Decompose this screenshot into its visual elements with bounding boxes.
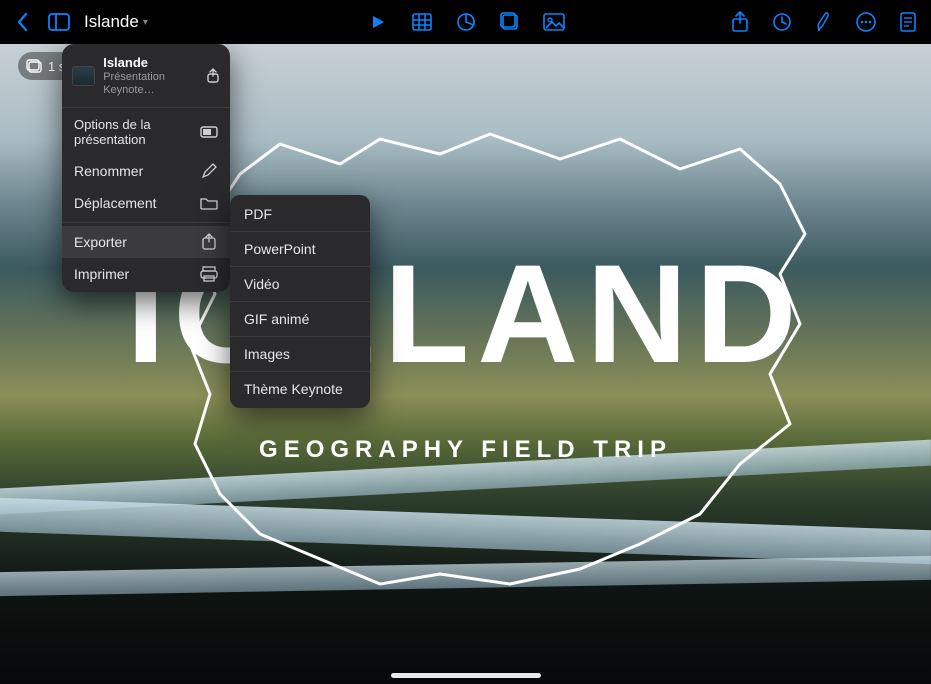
export-option-gif[interactable]: GIF animé — [230, 304, 370, 334]
top-toolbar: Islande ▾ — [0, 0, 931, 44]
menu-item-label: Renommer — [74, 163, 143, 179]
clock-arrow-icon — [772, 12, 792, 32]
menu-item-rename[interactable]: Renommer — [62, 155, 230, 187]
format-button[interactable] — [813, 11, 835, 33]
share-button[interactable] — [729, 11, 751, 33]
ellipsis-circle-icon — [855, 11, 877, 33]
play-icon — [370, 14, 386, 30]
export-option-label: Images — [244, 346, 290, 362]
share-icon — [731, 11, 749, 33]
menu-item-label: Options de la présentation — [74, 118, 200, 148]
doc-thumbnail — [72, 66, 95, 86]
separator — [230, 266, 370, 267]
history-button[interactable] — [771, 11, 793, 33]
export-icon — [200, 233, 218, 251]
export-option-label: Thème Keynote — [244, 381, 343, 397]
menu-item-presentation-options[interactable]: Options de la présentation — [62, 111, 230, 155]
text-box-icon — [500, 12, 520, 32]
export-option-label: PDF — [244, 206, 272, 222]
export-submenu: PDF PowerPoint Vidéo GIF animé Images Th… — [230, 195, 370, 408]
chevron-left-icon — [16, 12, 30, 32]
share-doc-button[interactable] — [206, 68, 220, 84]
chart-button[interactable] — [455, 11, 477, 33]
chevron-down-icon: ▾ — [143, 17, 148, 28]
pencil-icon — [200, 162, 218, 180]
paintbrush-icon — [815, 11, 833, 33]
inspector-button[interactable] — [897, 11, 919, 33]
menu-item-label: Imprimer — [74, 266, 129, 282]
menu-item-move[interactable]: Déplacement — [62, 187, 230, 219]
pie-chart-icon — [456, 12, 476, 32]
back-button[interactable] — [12, 11, 34, 33]
folder-icon — [200, 194, 218, 212]
menu-item-export[interactable]: Exporter — [62, 226, 230, 258]
sidebar-icon — [48, 13, 70, 31]
table-icon — [412, 13, 432, 31]
separator — [230, 336, 370, 337]
document-title-label: Islande — [84, 12, 139, 32]
slides-stack-icon — [26, 59, 42, 73]
document-title-button[interactable]: Islande ▾ — [84, 12, 148, 32]
popover-header: Islande Présentation Keynote… — [62, 50, 230, 104]
separator — [62, 107, 230, 108]
play-button[interactable] — [367, 11, 389, 33]
popover-title: Islande — [103, 56, 198, 71]
export-option-powerpoint[interactable]: PowerPoint — [230, 234, 370, 264]
popover-subtitle: Présentation Keynote… — [103, 71, 198, 96]
document-icon — [899, 11, 917, 33]
media-button[interactable] — [543, 11, 565, 33]
title-menu-popover: Islande Présentation Keynote… Options de… — [62, 44, 230, 292]
table-button[interactable] — [411, 11, 433, 33]
home-indicator — [391, 673, 541, 678]
export-option-video[interactable]: Vidéo — [230, 269, 370, 299]
separator — [62, 222, 230, 223]
printer-icon — [200, 265, 218, 283]
export-option-keynote-theme[interactable]: Thème Keynote — [230, 374, 370, 404]
screen-icon — [200, 124, 218, 142]
export-option-pdf[interactable]: PDF — [230, 199, 370, 229]
sidebar-toggle-button[interactable] — [48, 11, 70, 33]
export-option-label: Vidéo — [244, 276, 280, 292]
slide-subtitle: GEOGRAPHY FIELD TRIP — [0, 436, 931, 464]
menu-item-label: Déplacement — [74, 195, 157, 211]
menu-item-print[interactable]: Imprimer — [62, 258, 230, 290]
separator — [230, 231, 370, 232]
image-icon — [543, 13, 565, 31]
menu-item-label: Exporter — [74, 234, 127, 250]
export-option-images[interactable]: Images — [230, 339, 370, 369]
share-icon — [206, 68, 220, 84]
text-button[interactable] — [499, 11, 521, 33]
export-option-label: GIF animé — [244, 311, 309, 327]
more-button[interactable] — [855, 11, 877, 33]
separator — [230, 371, 370, 372]
separator — [230, 301, 370, 302]
export-option-label: PowerPoint — [244, 241, 316, 257]
